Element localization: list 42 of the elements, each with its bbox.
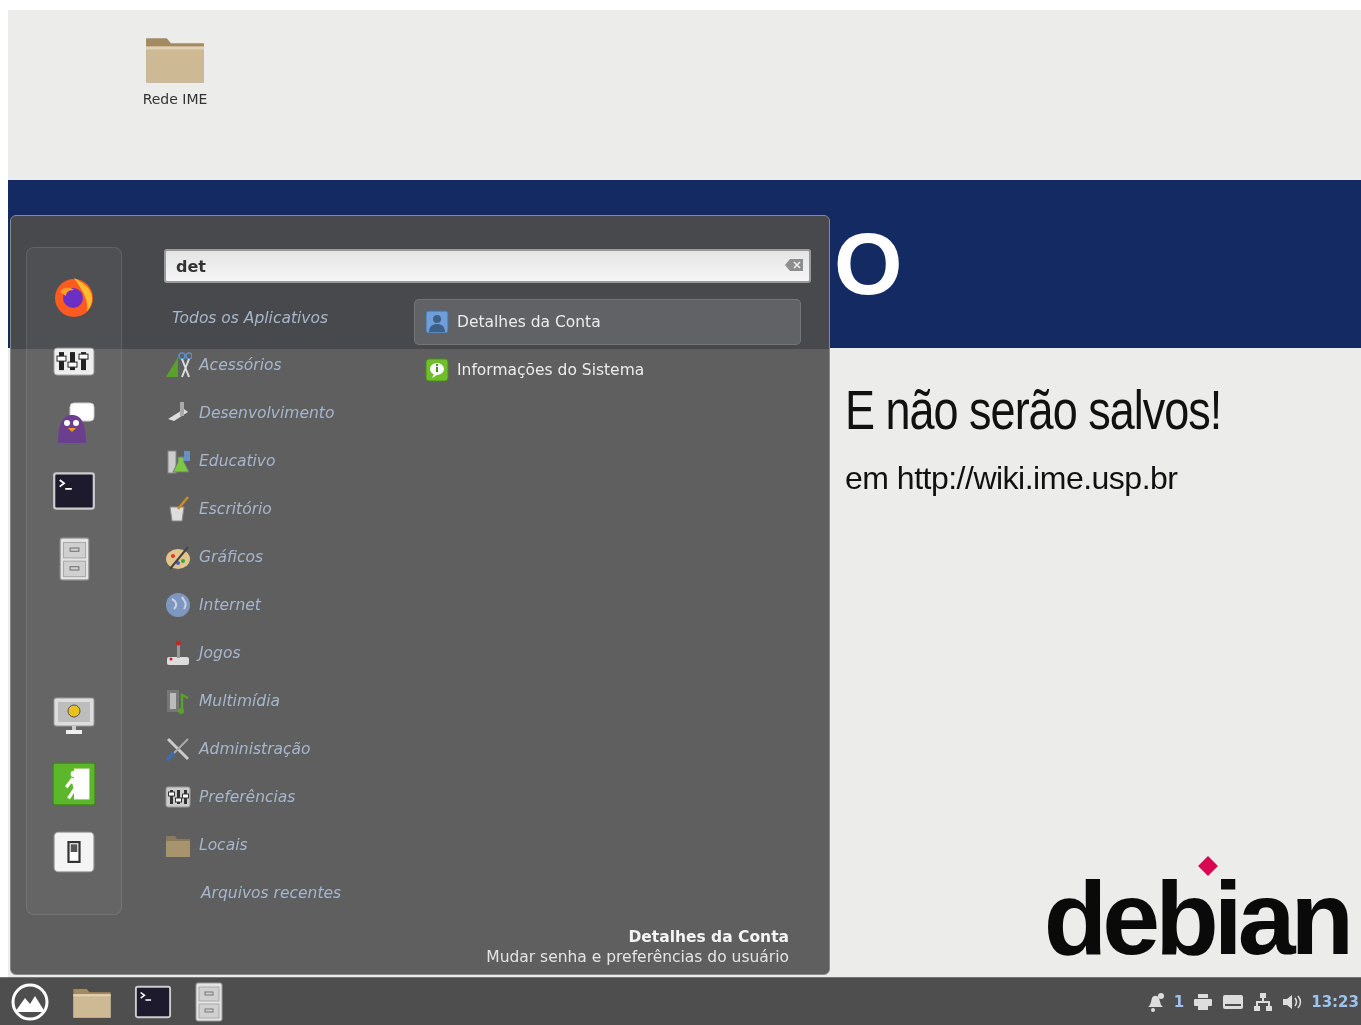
search-result[interactable]: Informações do Sistema: [414, 347, 801, 393]
description-text: Mudar senha e preferências do usuário: [486, 948, 789, 966]
category-item[interactable]: Locais: [199, 836, 248, 854]
clock[interactable]: 13:23: [1311, 992, 1359, 1011]
globe-icon: [164, 591, 192, 619]
search-result[interactable]: Detalhes da Conta: [414, 299, 801, 345]
category-item[interactable]: Preferências: [199, 788, 296, 806]
category-item[interactable]: Acessórios: [199, 356, 282, 374]
category-item[interactable]: Internet: [199, 596, 261, 614]
desktop-icon-label[interactable]: Rede IME: [142, 90, 208, 107]
info-text: em http://wiki.ime.usp.br: [845, 460, 1178, 497]
notification-count[interactable]: 1: [1173, 992, 1185, 1011]
description-title: Detalhes da Conta: [628, 928, 789, 946]
file-cabinet-icon[interactable]: [57, 537, 91, 582]
category-item[interactable]: Todos os Aplicativos: [164, 299, 329, 337]
speaker-icon[interactable]: [1282, 992, 1303, 1011]
network-icon[interactable]: [1253, 991, 1274, 1012]
category-item[interactable]: Multimídia: [199, 692, 280, 710]
user-icon: [425, 310, 449, 334]
joystick-icon: [164, 639, 192, 667]
power-switch-icon[interactable]: [52, 830, 96, 874]
running-man-exit-icon[interactable]: [52, 762, 96, 806]
category-item[interactable]: Gráficos: [199, 548, 263, 566]
scissors-ruler-icon: [164, 351, 192, 379]
brand-logo: debian: [1043, 854, 1355, 975]
printer-icon[interactable]: [1193, 992, 1214, 1011]
category-item[interactable]: Educativo: [199, 452, 276, 470]
category-item[interactable]: Arquivos recentes: [164, 869, 342, 917]
drive-icon[interactable]: [1222, 993, 1245, 1010]
category-item[interactable]: Desenvolvimento: [199, 404, 335, 422]
warning-text: E não serão salvos!: [845, 377, 1222, 443]
category-item[interactable]: Administração: [199, 740, 311, 758]
info-icon: [425, 358, 449, 382]
switches-icon: [164, 783, 192, 811]
flask-icon: [164, 447, 192, 475]
clear-icon[interactable]: [785, 259, 803, 271]
file-cabinet-icon[interactable]: [194, 981, 224, 1022]
mountain-logo-icon[interactable]: [10, 981, 50, 1022]
search-field[interactable]: det: [164, 249, 811, 283]
wrench-screwdriver-icon: [164, 735, 192, 763]
warning-heading: O: [834, 213, 903, 315]
category-item[interactable]: Escritório: [199, 500, 272, 518]
